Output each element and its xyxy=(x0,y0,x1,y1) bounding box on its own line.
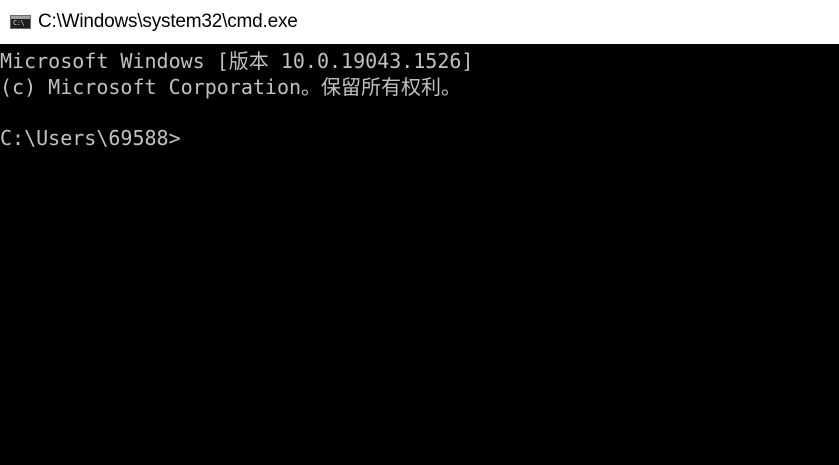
cmd-icon[interactable]: C:\ xyxy=(10,15,31,29)
cmd-window: C:\ C:\Windows\system32\cmd.exe Microsof… xyxy=(0,0,839,465)
console-line-version: Microsoft Windows [版本 10.0.19043.1526] xyxy=(0,49,474,73)
title-bar[interactable]: C:\ C:\Windows\system32\cmd.exe xyxy=(0,0,839,44)
cmd-icon-glyph: C:\ xyxy=(13,19,25,27)
command-prompt[interactable]: C:\Users\69588> xyxy=(0,125,181,151)
console-output[interactable]: Microsoft Windows [版本 10.0.19043.1526] (… xyxy=(0,44,839,465)
window-title: C:\Windows\system32\cmd.exe xyxy=(38,11,298,32)
console-line-copyright: (c) Microsoft Corporation。保留所有权利。 xyxy=(0,75,462,99)
